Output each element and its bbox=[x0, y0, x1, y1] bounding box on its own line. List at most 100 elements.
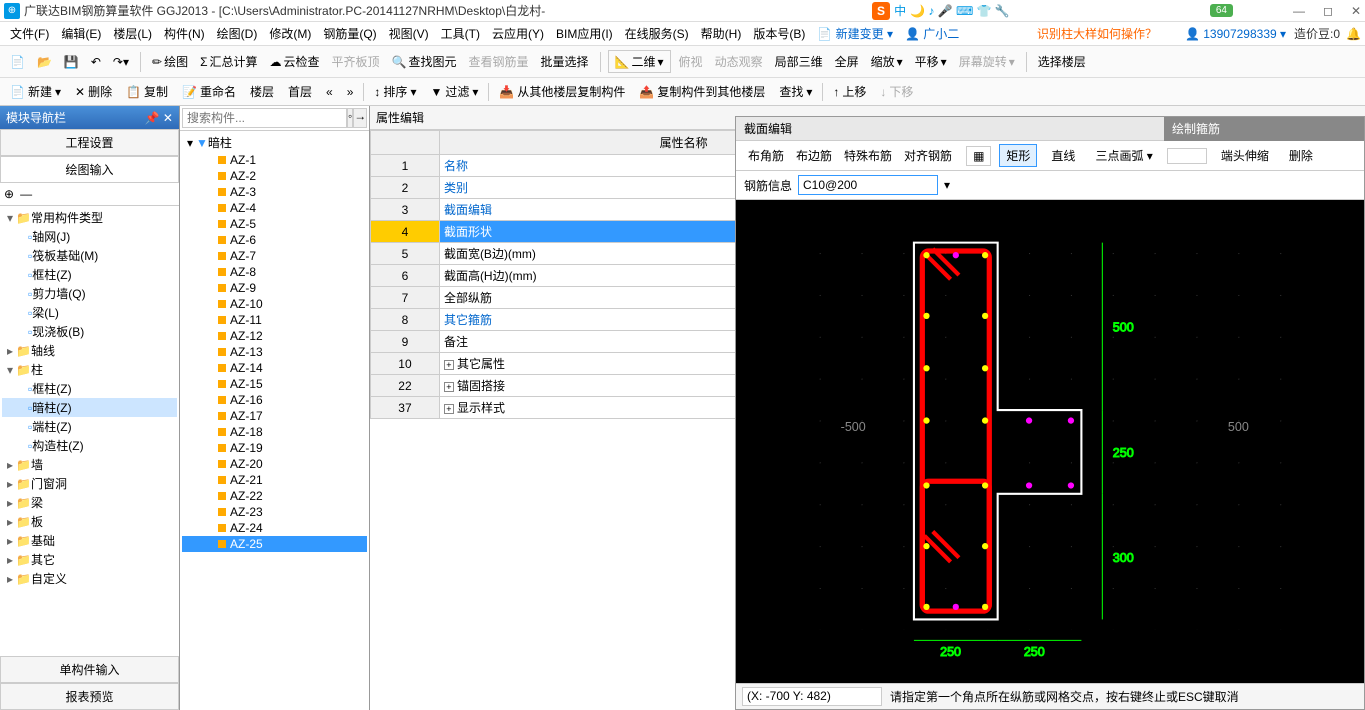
overlook-button[interactable]: 俯视 bbox=[675, 51, 707, 72]
tab-single-input[interactable]: 单构件输入 bbox=[0, 656, 179, 683]
expand-icon[interactable]: ⊕ bbox=[4, 187, 14, 201]
tab-draw-input[interactable]: 绘图输入 bbox=[0, 156, 179, 183]
tree-node[interactable]: ▫ 现浇板(B) bbox=[2, 322, 177, 341]
rename-button[interactable]: 📝 重命名 bbox=[178, 81, 240, 102]
local3d-button[interactable]: 局部三维 bbox=[771, 51, 827, 72]
menu-item[interactable]: 钢筋量(Q) bbox=[317, 25, 382, 43]
component-item[interactable]: AZ-21 bbox=[182, 472, 367, 488]
menu-item[interactable]: 构件(N) bbox=[158, 25, 211, 43]
menu-item[interactable]: 云应用(Y) bbox=[486, 25, 550, 43]
new-file-icon[interactable]: 📄 bbox=[6, 53, 29, 71]
component-item[interactable]: AZ-11 bbox=[182, 312, 367, 328]
tree-node[interactable]: ▸📁 其它 bbox=[2, 550, 177, 569]
copy-button[interactable]: 📋 复制 bbox=[122, 81, 172, 102]
component-item[interactable]: AZ-18 bbox=[182, 424, 367, 440]
menu-item[interactable]: 工具(T) bbox=[435, 25, 486, 43]
align-top-button[interactable]: 平齐板顶 bbox=[328, 51, 384, 72]
pin-icon[interactable]: 📌 ✕ bbox=[145, 111, 173, 125]
cloud-check-button[interactable]: ☁ 云检查 bbox=[266, 51, 324, 72]
delete-button[interactable]: ✕ 删除 bbox=[71, 81, 116, 102]
component-item[interactable]: AZ-19 bbox=[182, 440, 367, 456]
tree-node[interactable]: ▫ 框柱(Z) bbox=[2, 265, 177, 284]
tree-node[interactable]: ▫ 暗柱(Z) bbox=[2, 398, 177, 417]
tree-node[interactable]: ▫ 框柱(Z) bbox=[2, 379, 177, 398]
tab-project-settings[interactable]: 工程设置 bbox=[0, 129, 179, 156]
component-tree[interactable]: ▾▼ 暗柱AZ-1AZ-2AZ-3AZ-4AZ-5AZ-6AZ-7AZ-8AZ-… bbox=[180, 131, 369, 710]
view-rebar-button[interactable]: 查看钢筋量 bbox=[465, 51, 533, 72]
xiaoer-button[interactable]: 👤 广小二 bbox=[905, 25, 959, 42]
tree-node[interactable]: ▸📁 墙 bbox=[2, 455, 177, 474]
tree-node[interactable]: ▫ 端柱(Z) bbox=[2, 417, 177, 436]
find-button[interactable]: 查找 ▾ bbox=[775, 81, 816, 102]
editor-tab[interactable]: 布角筋 bbox=[742, 147, 790, 165]
open-icon[interactable]: 📂 bbox=[33, 53, 56, 71]
new-component-button[interactable]: 📄 新建 ▾ bbox=[6, 81, 65, 102]
component-item[interactable]: AZ-1 bbox=[182, 152, 367, 168]
draw-button[interactable]: ✏ 绘图 bbox=[148, 51, 192, 72]
menu-item[interactable]: 修改(M) bbox=[263, 25, 317, 43]
component-item[interactable]: AZ-9 bbox=[182, 280, 367, 296]
component-item[interactable]: AZ-13 bbox=[182, 344, 367, 360]
component-item[interactable]: AZ-10 bbox=[182, 296, 367, 312]
component-item[interactable]: AZ-6 bbox=[182, 232, 367, 248]
tree-node[interactable]: ▫ 梁(L) bbox=[2, 303, 177, 322]
zoom-button[interactable]: 缩放 ▾ bbox=[867, 51, 907, 72]
rebar-input[interactable] bbox=[798, 175, 938, 195]
tree-node[interactable]: ▫ 剪力墙(Q) bbox=[2, 284, 177, 303]
menu-item[interactable]: 楼层(L) bbox=[107, 25, 158, 43]
minimize-button[interactable]: — bbox=[1293, 4, 1305, 18]
help-link[interactable]: 识别柱大样如何操作？ bbox=[1037, 25, 1157, 42]
tree-node[interactable]: ▫ 构造柱(Z) bbox=[2, 436, 177, 455]
component-item[interactable]: AZ-8 bbox=[182, 264, 367, 280]
component-item[interactable]: AZ-20 bbox=[182, 456, 367, 472]
menu-item[interactable]: 帮助(H) bbox=[695, 25, 748, 43]
tree-node[interactable]: ▫ 轴网(J) bbox=[2, 227, 177, 246]
down-button[interactable]: ↓ 下移 bbox=[876, 81, 917, 102]
batch-select-button[interactable]: 批量选择 bbox=[537, 51, 593, 72]
copy-from-button[interactable]: 📥 从其他楼层复制构件 bbox=[495, 81, 629, 102]
select-floor-button[interactable]: 选择楼层 bbox=[1034, 51, 1090, 72]
first-floor-button[interactable]: 首层 bbox=[284, 81, 316, 102]
tree-node[interactable]: ▾📁 常用构件类型 bbox=[2, 208, 177, 227]
tree-node[interactable]: ▸📁 自定义 bbox=[2, 569, 177, 588]
editor-tab[interactable]: 布边筋 bbox=[790, 147, 838, 165]
component-item[interactable]: AZ-23 bbox=[182, 504, 367, 520]
search-go-icon[interactable]: → bbox=[353, 108, 367, 128]
close-button[interactable]: ✕ bbox=[1351, 4, 1361, 18]
component-item[interactable]: AZ-24 bbox=[182, 520, 367, 536]
copy-to-button[interactable]: 📤 复制构件到其他楼层 bbox=[635, 81, 769, 102]
editor-tab[interactable]: 特殊布筋 bbox=[838, 147, 898, 165]
component-item[interactable]: AZ-22 bbox=[182, 488, 367, 504]
maximize-button[interactable]: ◻ bbox=[1323, 4, 1333, 18]
component-item[interactable]: AZ-25 bbox=[182, 536, 367, 552]
menu-item[interactable]: 文件(F) bbox=[4, 25, 55, 43]
shape-arc[interactable]: 三点画弧 ▾ bbox=[1089, 145, 1158, 166]
save-icon[interactable]: 💾 bbox=[60, 53, 83, 71]
menu-item[interactable]: 绘图(D) bbox=[211, 25, 264, 43]
component-item[interactable]: AZ-17 bbox=[182, 408, 367, 424]
component-item[interactable]: AZ-5 bbox=[182, 216, 367, 232]
redo-icon[interactable]: ↷▾ bbox=[109, 53, 133, 71]
sort-button[interactable]: ↕ 排序 ▾ bbox=[370, 81, 420, 102]
component-item[interactable]: AZ-16 bbox=[182, 392, 367, 408]
sum-button[interactable]: Σ 汇总计算 bbox=[196, 51, 261, 72]
menu-item[interactable]: 版本号(B) bbox=[747, 25, 811, 43]
end-ext[interactable]: 端头伸缩 bbox=[1215, 145, 1275, 166]
view2d-select[interactable]: 📐 二维 ▾ bbox=[608, 50, 671, 73]
tab-report[interactable]: 报表预览 bbox=[0, 683, 179, 710]
editor-tab[interactable]: 对齐钢筋 bbox=[898, 147, 958, 165]
collapse-icon[interactable]: — bbox=[20, 187, 32, 201]
component-item[interactable]: AZ-7 bbox=[182, 248, 367, 264]
up-button[interactable]: ↑ 上移 bbox=[829, 81, 870, 102]
component-item[interactable]: AZ-4 bbox=[182, 200, 367, 216]
undo-icon[interactable]: ↶ bbox=[87, 53, 105, 71]
menu-item[interactable]: 在线服务(S) bbox=[619, 25, 695, 43]
fullscreen-button[interactable]: 全屏 bbox=[831, 51, 863, 72]
component-item[interactable]: AZ-14 bbox=[182, 360, 367, 376]
find-view-button[interactable]: 🔍 查找图元 bbox=[388, 51, 461, 72]
rotate-button[interactable]: 屏幕旋转 ▾ bbox=[955, 51, 1019, 72]
tree-node[interactable]: ▫ 筏板基础(M) bbox=[2, 246, 177, 265]
tree-node[interactable]: ▸📁 轴线 bbox=[2, 341, 177, 360]
dynamic-button[interactable]: 动态观察 bbox=[711, 51, 767, 72]
section-canvas[interactable]: 500 250 300 250 250 -500 500 bbox=[736, 200, 1364, 683]
